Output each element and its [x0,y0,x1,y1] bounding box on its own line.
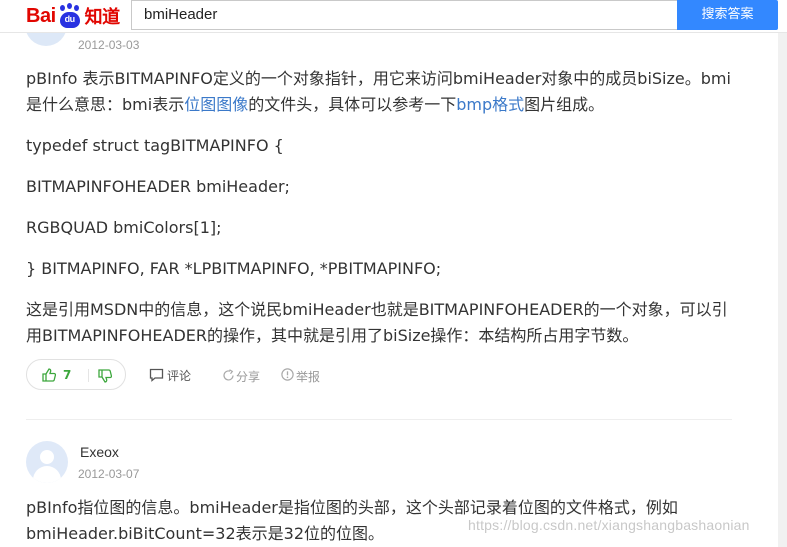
answer-text: 的文件头，具体可以参考一下 [248,95,457,114]
share-button[interactable]: 分享 [236,368,260,385]
comment-button[interactable]: 评论 [167,367,191,384]
link-bmp-format[interactable]: bmp格式 [456,95,524,114]
answer-text: 图片组成。 [524,95,605,114]
logo-text-right: 知道 [84,7,121,27]
logo-paw-text: du [64,14,76,24]
report-icon[interactable] [281,368,294,381]
answer-paragraph: pBInfo 表示BITMAPINFO定义的一个对象指针，用它来访问bmiHea… [26,66,731,118]
code-line: typedef struct tagBITMAPINFO { [26,136,284,155]
answer-date: 2012-03-03 [78,38,140,52]
thumbs-up-icon[interactable] [42,368,56,382]
scrollbar[interactable] [778,0,787,547]
code-line: BITMAPINFOHEADER bmiHeader; [26,177,290,196]
thumbs-down-icon[interactable] [98,369,112,383]
avatar[interactable] [26,441,68,483]
watermark: https://blog.csdn.net/xiangshangbashaoni… [468,517,750,533]
username[interactable]: Exeox [80,444,119,460]
answer-paragraph: 这是引用MSDN中的信息，这个说民bmiHeader也就是BITMAPINFOH… [26,300,728,345]
like-count: 7 [63,368,72,382]
vote-divider [88,369,89,382]
share-icon[interactable] [222,369,235,382]
answer-action-bar: 7 评论 分享 举报 [26,359,586,392]
top-search-bar: Bai du 知道 bmiHeader 搜索答案 [0,0,787,33]
answer-divider [26,419,732,420]
search-input[interactable]: bmiHeader [131,0,677,30]
baidu-zhidao-logo[interactable]: Bai du 知道 [26,3,120,29]
logo-text-left: Bai [26,4,56,27]
comment-icon[interactable] [149,368,164,382]
code-line: } BITMAPINFO, FAR *LPBITMAPINFO, *PBITMA… [26,259,442,278]
paw-icon: du [57,3,83,29]
vote-box: 7 [26,359,126,390]
search-button[interactable]: 搜索答案 [677,0,778,30]
code-line: RGBQUAD bmiColors[1]; [26,218,222,237]
link-bitmap-image[interactable]: 位图图像 [184,95,248,114]
report-button[interactable]: 举报 [296,368,320,385]
answer-date: 2012-03-07 [78,467,140,481]
